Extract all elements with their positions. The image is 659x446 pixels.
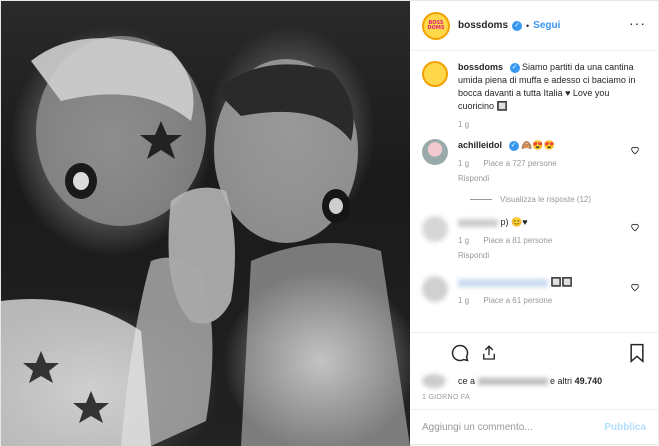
verified-badge-icon: ✓ xyxy=(508,140,519,151)
save-bookmark-icon[interactable] xyxy=(628,343,646,363)
likes-count: 49.740 xyxy=(574,376,603,386)
comment-likes[interactable]: Piace a 61 persone xyxy=(483,296,552,305)
likes-summary[interactable]: ce a e altri 49.740 xyxy=(410,372,658,390)
comment-body: p) 😊♥ 1 g Piace a 81 persone Rispondi xyxy=(458,216,646,262)
like-comment-heart-icon[interactable] xyxy=(630,222,640,232)
comment-body: achilleidol ✓ 🙈😍😍 1 g Piace a 727 person… xyxy=(458,139,646,185)
caption-username[interactable]: bossdoms xyxy=(458,62,503,72)
view-replies-link[interactable]: Visualizza le risposte (12) xyxy=(470,195,646,204)
blurred-liker-name xyxy=(477,378,548,386)
add-comment-bar: Aggiungi un commento... Pubblica xyxy=(410,410,658,444)
comment-avatar[interactable] xyxy=(422,276,448,302)
avatar-logo-text: BOSS DOMS xyxy=(427,19,445,31)
comment-time: 1 g xyxy=(458,159,470,168)
post-actions-bar xyxy=(410,332,658,372)
comment-text: p) 😊♥ xyxy=(500,217,528,227)
comment-time: 1 g xyxy=(458,236,470,245)
likers-avatars xyxy=(422,374,446,388)
comment-text: 🙈😍😍 xyxy=(521,140,555,150)
view-replies-label: Visualizza le risposte (12) xyxy=(500,195,592,204)
blurred-username xyxy=(458,218,498,227)
post-photo[interactable] xyxy=(1,1,410,446)
comment-username[interactable]: achilleidol xyxy=(458,140,502,150)
more-options-icon[interactable]: ··· xyxy=(629,15,646,31)
comment-row: p) 😊♥ 1 g Piace a 81 persone Rispondi xyxy=(422,216,646,262)
comment-avatar[interactable] xyxy=(422,216,448,242)
comment-time: 1 g xyxy=(458,296,470,305)
comment-avatar[interactable] xyxy=(422,139,448,165)
reply-button[interactable]: Rispondi xyxy=(458,249,646,262)
comment-row: 🔲🔲 1 g Piace a 61 persone xyxy=(422,276,646,307)
comment-body: 🔲🔲 1 g Piace a 61 persone xyxy=(458,276,646,307)
comment-likes[interactable]: Piace a 81 persone xyxy=(483,236,552,245)
like-comment-heart-icon[interactable] xyxy=(630,282,640,292)
view-replies-line xyxy=(470,199,492,200)
publish-button[interactable]: Pubblica xyxy=(604,422,646,433)
comment-meta: 1 g Piace a 81 persone xyxy=(458,234,646,247)
likes-suffix: e altri xyxy=(550,376,573,386)
verified-badge-icon: ✓ xyxy=(512,20,523,31)
comment-row: achilleidol ✓ 🙈😍😍 1 g Piace a 727 person… xyxy=(422,139,646,185)
follow-button[interactable]: Segui xyxy=(533,20,560,31)
blurred-username xyxy=(458,278,548,287)
author-avatar[interactable]: BOSS DOMS xyxy=(422,11,450,40)
likes-prefix: ce a xyxy=(458,376,476,386)
comment-meta: 1 g Piace a 61 persone xyxy=(458,294,646,307)
comment-bubble-icon[interactable] xyxy=(450,343,470,363)
caption-body: bossdoms ✓ Siamo partiti da una cantina … xyxy=(458,61,646,131)
share-icon[interactable] xyxy=(480,344,498,362)
author-username[interactable]: bossdoms xyxy=(458,20,508,31)
caption-meta: 1 g xyxy=(458,118,646,131)
reply-button[interactable]: Rispondi xyxy=(458,172,646,185)
like-comment-heart-icon[interactable] xyxy=(630,145,640,155)
post-header: BOSS DOMS bossdoms ✓ • Segui ··· xyxy=(410,1,658,51)
comments-list[interactable]: bossdoms ✓ Siamo partiti da una cantina … xyxy=(410,51,658,332)
post-date: 1 GIORNO FA xyxy=(410,390,658,410)
comment-meta: 1 g Piace a 727 persone xyxy=(458,157,646,170)
comment-text: 🔲🔲 xyxy=(550,277,573,287)
comment-input[interactable]: Aggiungi un commento... xyxy=(422,422,604,433)
comment-likes[interactable]: Piace a 727 persone xyxy=(483,159,556,168)
photo-illustration xyxy=(1,36,410,446)
caption-row: bossdoms ✓ Siamo partiti da una cantina … xyxy=(422,61,646,131)
caption-time: 1 g xyxy=(458,120,470,129)
verified-badge-icon: ✓ xyxy=(509,62,520,73)
instagram-post: BOSS DOMS bossdoms ✓ • Segui ··· bossdom… xyxy=(0,0,659,446)
header-separator: • xyxy=(526,20,530,31)
caption-avatar[interactable] xyxy=(422,61,448,87)
post-sidebar: BOSS DOMS bossdoms ✓ • Segui ··· bossdom… xyxy=(410,1,658,444)
